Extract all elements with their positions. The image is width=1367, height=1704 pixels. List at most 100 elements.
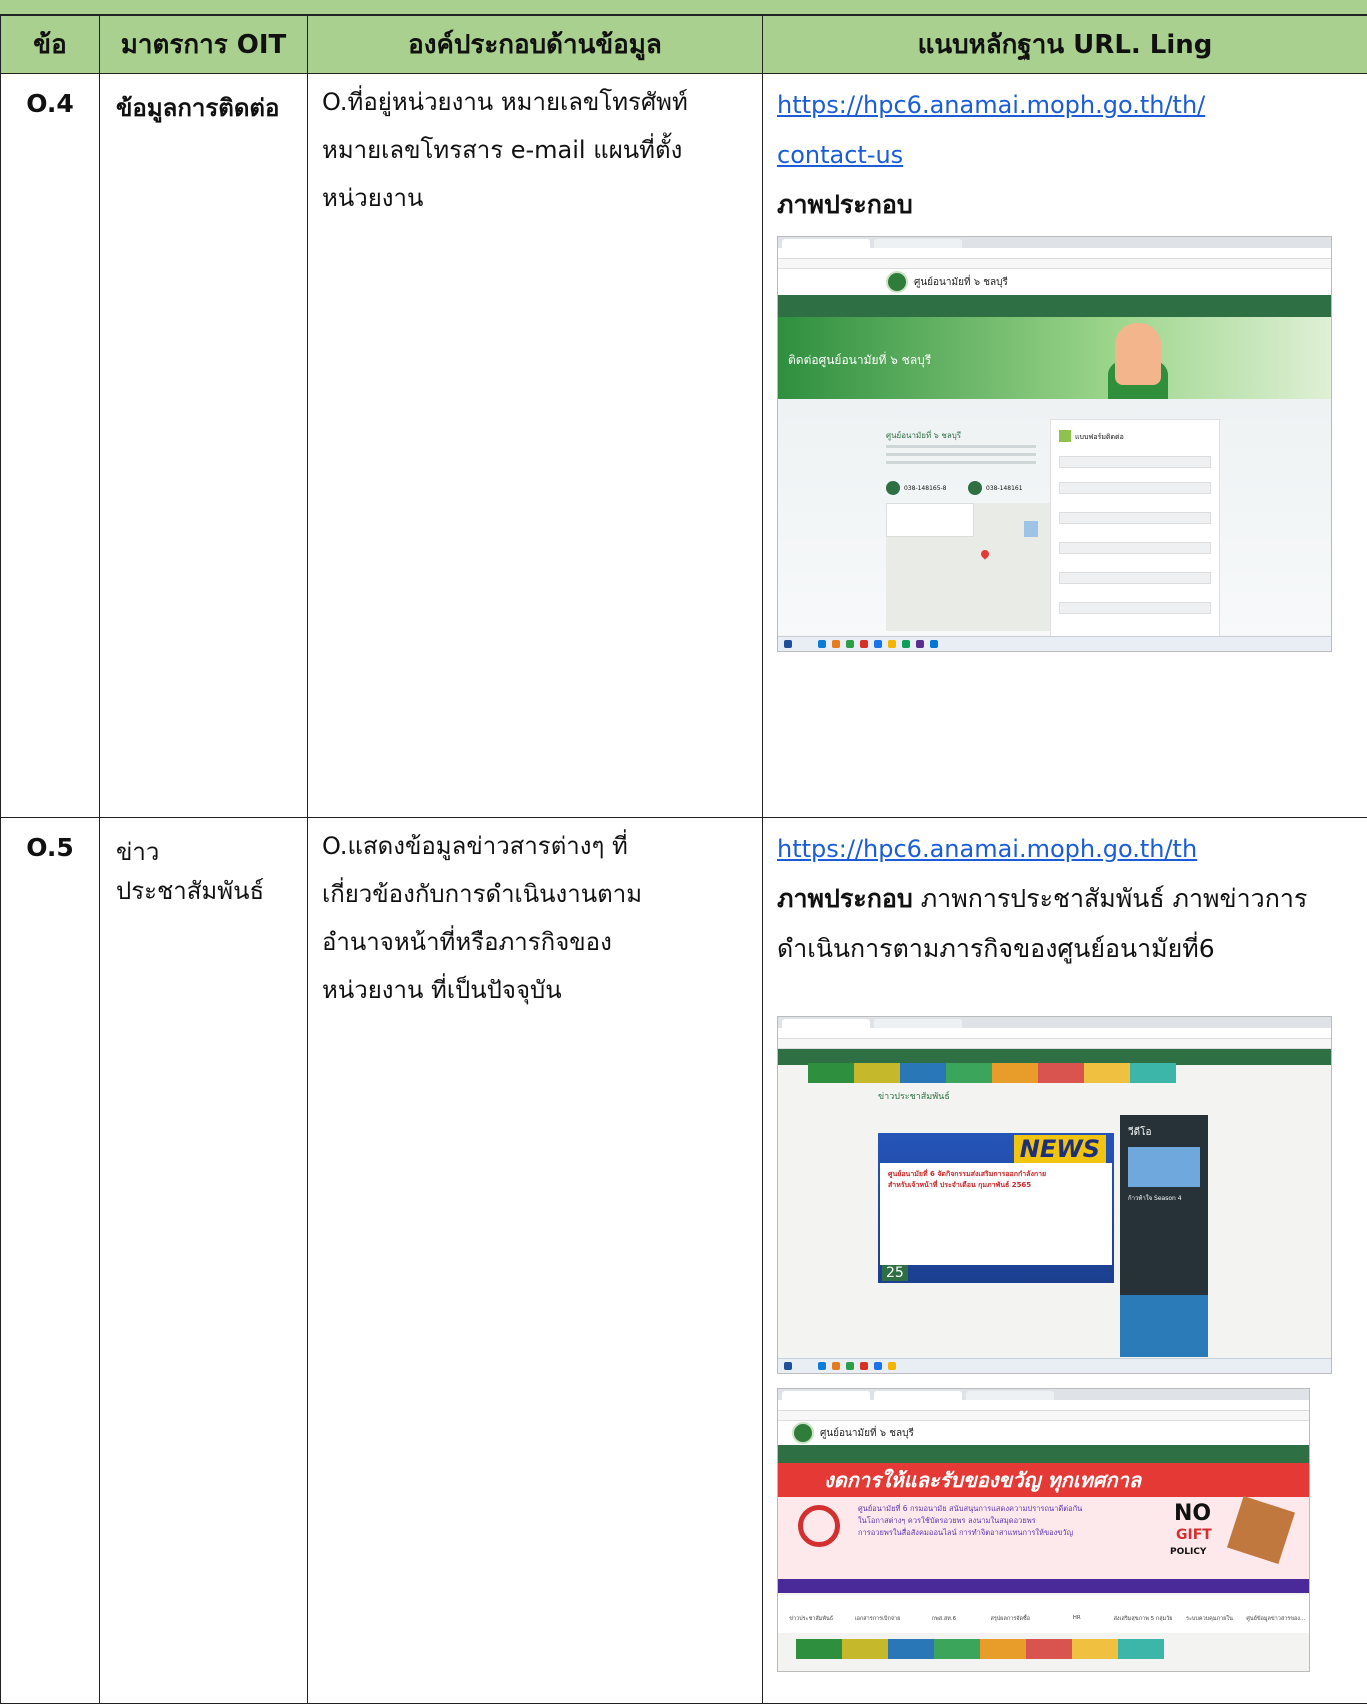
news-headline-line: สำหรับเจ้าหน้าที่ ประจำเดือน กุมภาพันธ์ …: [888, 1180, 1104, 1191]
gift-box-illustration: [1227, 1496, 1295, 1564]
form-field[interactable]: [1059, 482, 1211, 494]
category-item[interactable]: เอกสารการเบิกจ่าย: [844, 1595, 910, 1633]
top-color-bar: [0, 0, 1367, 16]
measure-name: ข่าวประชาสัมพันธ์: [100, 818, 308, 1704]
evidence-link-continued[interactable]: contact-us: [777, 130, 1359, 180]
policy-footer-bar: [778, 1579, 1309, 1593]
video-label: ก้าวท้าใจ Season 4: [1128, 1193, 1182, 1203]
contact-hero-banner: ติดต่อศูนย์อนามัยที่ ๖ ชลบุรี: [778, 317, 1331, 399]
contact-form-title: แบบฟอร์มติดต่อ: [1075, 432, 1124, 443]
phone-number: 038-148165-8: [904, 485, 947, 492]
news-page-screenshot: ข่าวประชาสัมพันธ์ NEWS ศูนย์อนามัยที่ 6 …: [777, 1016, 1332, 1374]
evidence-description: ภาพการประชาสัมพันธ์ ภาพข่าวการ: [913, 884, 1308, 913]
data-element-line: หน่วยงาน: [322, 174, 752, 222]
evidence-label: ภาพประกอบ: [777, 180, 1359, 230]
data-element-line: เกี่ยวข้องกับการดำเนินงานตาม: [322, 870, 752, 918]
bookmarks-bar: [778, 1411, 1309, 1421]
no-gift-banner: งดการให้และรับของขวัญ ทุกเทศกาล: [778, 1463, 1309, 1497]
form-field[interactable]: [1059, 456, 1211, 468]
category-item[interactable]: ข่าวประชาสัมพันธ์: [778, 1595, 844, 1633]
policy-line: ในโอกาสต่างๆ ควรใช้บัตรอวยพร ลงนามในสมุด…: [858, 1515, 1168, 1527]
header-measure: มาตรการ OIT: [100, 16, 308, 74]
header-data-element: องค์ประกอบด้านข้อมูล: [308, 16, 763, 74]
contact-form: แบบฟอร์มติดต่อ: [1050, 419, 1220, 637]
data-element-line: หมายเลขโทรสาร e-mail แผนที่ตั้ง: [322, 126, 752, 174]
data-element: O.แสดงข้อมูลข่าวสารต่างๆ ที่ เกี่ยวข้องก…: [308, 818, 763, 1704]
gift-text: GIFT: [1176, 1527, 1212, 1543]
browser-url-bar: [778, 1028, 1331, 1039]
location-map: [886, 503, 1054, 631]
phone-icon: [886, 481, 900, 495]
site-nav-bar: [778, 295, 1331, 317]
evidence-cell: https://hpc6.anamai.moph.go.th/th ภาพประ…: [763, 818, 1367, 1704]
site-name: ศูนย์อนามัยที่ ๖ ชลบุรี: [820, 1426, 914, 1441]
quick-links: [808, 1063, 1176, 1083]
news-banner: NEWS ศูนย์อนามัยที่ 6 จัดกิจกรรมส่งเสริม…: [878, 1133, 1114, 1283]
evidence-link[interactable]: https://hpc6.anamai.moph.go.th/th: [777, 824, 1359, 874]
policy-text: POLICY: [1170, 1547, 1206, 1557]
evidence-link[interactable]: https://hpc6.anamai.moph.go.th/th/: [777, 80, 1359, 130]
policy-line: ศูนย์อนามัยที่ 6 กรมอนามัย สนับสนุนการแส…: [858, 1503, 1168, 1515]
browser-tab-bar: [778, 1017, 1331, 1028]
site-header: ศูนย์อนามัยที่ ๖ ชลบุรี: [778, 269, 1331, 295]
quick-links: [796, 1639, 1164, 1659]
no-gift-policy-screenshot: ศูนย์อนามัยที่ ๖ ชลบุรี งดการให้และรับขอ…: [777, 1388, 1310, 1672]
form-field[interactable]: [1059, 572, 1211, 584]
news-headline: ศูนย์อนามัยที่ 6 จัดกิจกรรมส่งเสริมการออ…: [888, 1169, 1104, 1191]
category-item[interactable]: ศูนย์ข้อมูลข่าวสารของ...: [1243, 1595, 1309, 1633]
policy-line: การอวยพรในสื่อสังคมออนไลน์ การทำจิตอาสาแ…: [858, 1527, 1168, 1539]
contact-page-screenshot: ศูนย์อนามัยที่ ๖ ชลบุรี ติดต่อศูนย์อนามั…: [777, 236, 1332, 652]
browser-tab-bar: [778, 1389, 1309, 1400]
category-item[interactable]: สรุปผลการจัดซื้อ: [977, 1595, 1043, 1633]
contact-content: ศูนย์อนามัยที่ ๖ ชลบุรี 038-148165-8 038…: [778, 399, 1331, 635]
category-item[interactable]: HR: [1044, 1595, 1110, 1633]
evidence-label: ภาพประกอบ: [777, 884, 913, 913]
form-field[interactable]: [1059, 542, 1211, 554]
data-element-line: หน่วยงาน ที่เป็นปัจจุบัน: [322, 966, 752, 1014]
form-field[interactable]: [1059, 512, 1211, 524]
site-header: ศูนย์อนามัยที่ ๖ ชลบุรี: [778, 1421, 1309, 1445]
table-row: O.4 ข้อมูลการติดต่อ O.ที่อยู่หน่วยงาน หม…: [1, 74, 1367, 818]
evidence-cell: https://hpc6.anamai.moph.go.th/th/ conta…: [763, 74, 1367, 818]
category-item[interactable]: ระบบควบคุมภายใน: [1176, 1595, 1242, 1633]
item-code: O.5: [1, 818, 100, 1704]
site-logo: [886, 271, 908, 293]
data-element-line: O.แสดงข้อมูลข่าวสารต่างๆ ที่: [322, 822, 752, 870]
bookmarks-bar: [778, 1039, 1331, 1049]
browser-url-bar: [778, 1400, 1309, 1411]
windows-taskbar: [778, 636, 1331, 651]
oit-evidence-table: ข้อ มาตรการ OIT องค์ประกอบด้านข้อมูล แนบ…: [0, 15, 1367, 1704]
browser-url-bar: [778, 248, 1331, 259]
video-sidebar: วีดีโอ ก้าวท้าใจ Season 4: [1120, 1115, 1208, 1357]
prohibited-icon: [798, 1505, 840, 1547]
map-pin-icon: [979, 548, 990, 559]
category-item[interactable]: กพส.สท.6: [911, 1595, 977, 1633]
category-item[interactable]: ส่งเสริมสุขภาพ 5 กลุ่มวัย: [1110, 1595, 1176, 1633]
news-word: NEWS: [1014, 1135, 1106, 1163]
table-row: O.5 ข่าวประชาสัมพันธ์ O.แสดงข้อมูลข่าวสา…: [1, 818, 1367, 1704]
header-evidence-url: แนบหลักฐาน URL. Ling: [763, 16, 1367, 74]
browser-tab-bar: [778, 237, 1331, 248]
data-element-line: O.ที่อยู่หน่วยงาน หมายเลขโทรศัพท์: [322, 78, 752, 126]
bookmarks-bar: [778, 259, 1331, 269]
video-sidebar-title: วีดีโอ: [1128, 1125, 1152, 1140]
news-headline-line: ศูนย์อนามัยที่ 6 จัดกิจกรรมส่งเสริมการออ…: [888, 1169, 1104, 1180]
data-element-line: อำนาจหน้าที่หรือภารกิจของ: [322, 918, 752, 966]
form-field[interactable]: [1059, 602, 1211, 614]
news-section-title: ข่าวประชาสัมพันธ์: [878, 1089, 950, 1103]
news-date: 25: [882, 1265, 908, 1281]
org-name: ศูนย์อนามัยที่ ๖ ชลบุรี: [886, 429, 961, 442]
no-gift-policy-panel: ศูนย์อนามัยที่ 6 กรมอนามัย สนับสนุนการแส…: [778, 1497, 1309, 1579]
item-code: O.4: [1, 74, 100, 818]
measure-name: ข้อมูลการติดต่อ: [100, 74, 308, 818]
no-text: NO: [1174, 1501, 1211, 1526]
site-logo: [792, 1422, 814, 1444]
fax-number: 038-148161: [986, 485, 1023, 492]
hero-title: ติดต่อศูนย์อนามัยที่ ๖ ชลบุรี: [788, 351, 931, 370]
data-element: O.ที่อยู่หน่วยงาน หมายเลขโทรศัพท์ หมายเล…: [308, 74, 763, 818]
site-name: ศูนย์อนามัยที่ ๖ ชลบุรี: [914, 275, 1008, 290]
windows-taskbar: [778, 1358, 1331, 1373]
fax-icon: [968, 481, 982, 495]
site-nav-bar: [778, 1445, 1309, 1463]
category-row: ข่าวประชาสัมพันธ์ เอกสารการเบิกจ่าย กพส.…: [778, 1595, 1309, 1633]
